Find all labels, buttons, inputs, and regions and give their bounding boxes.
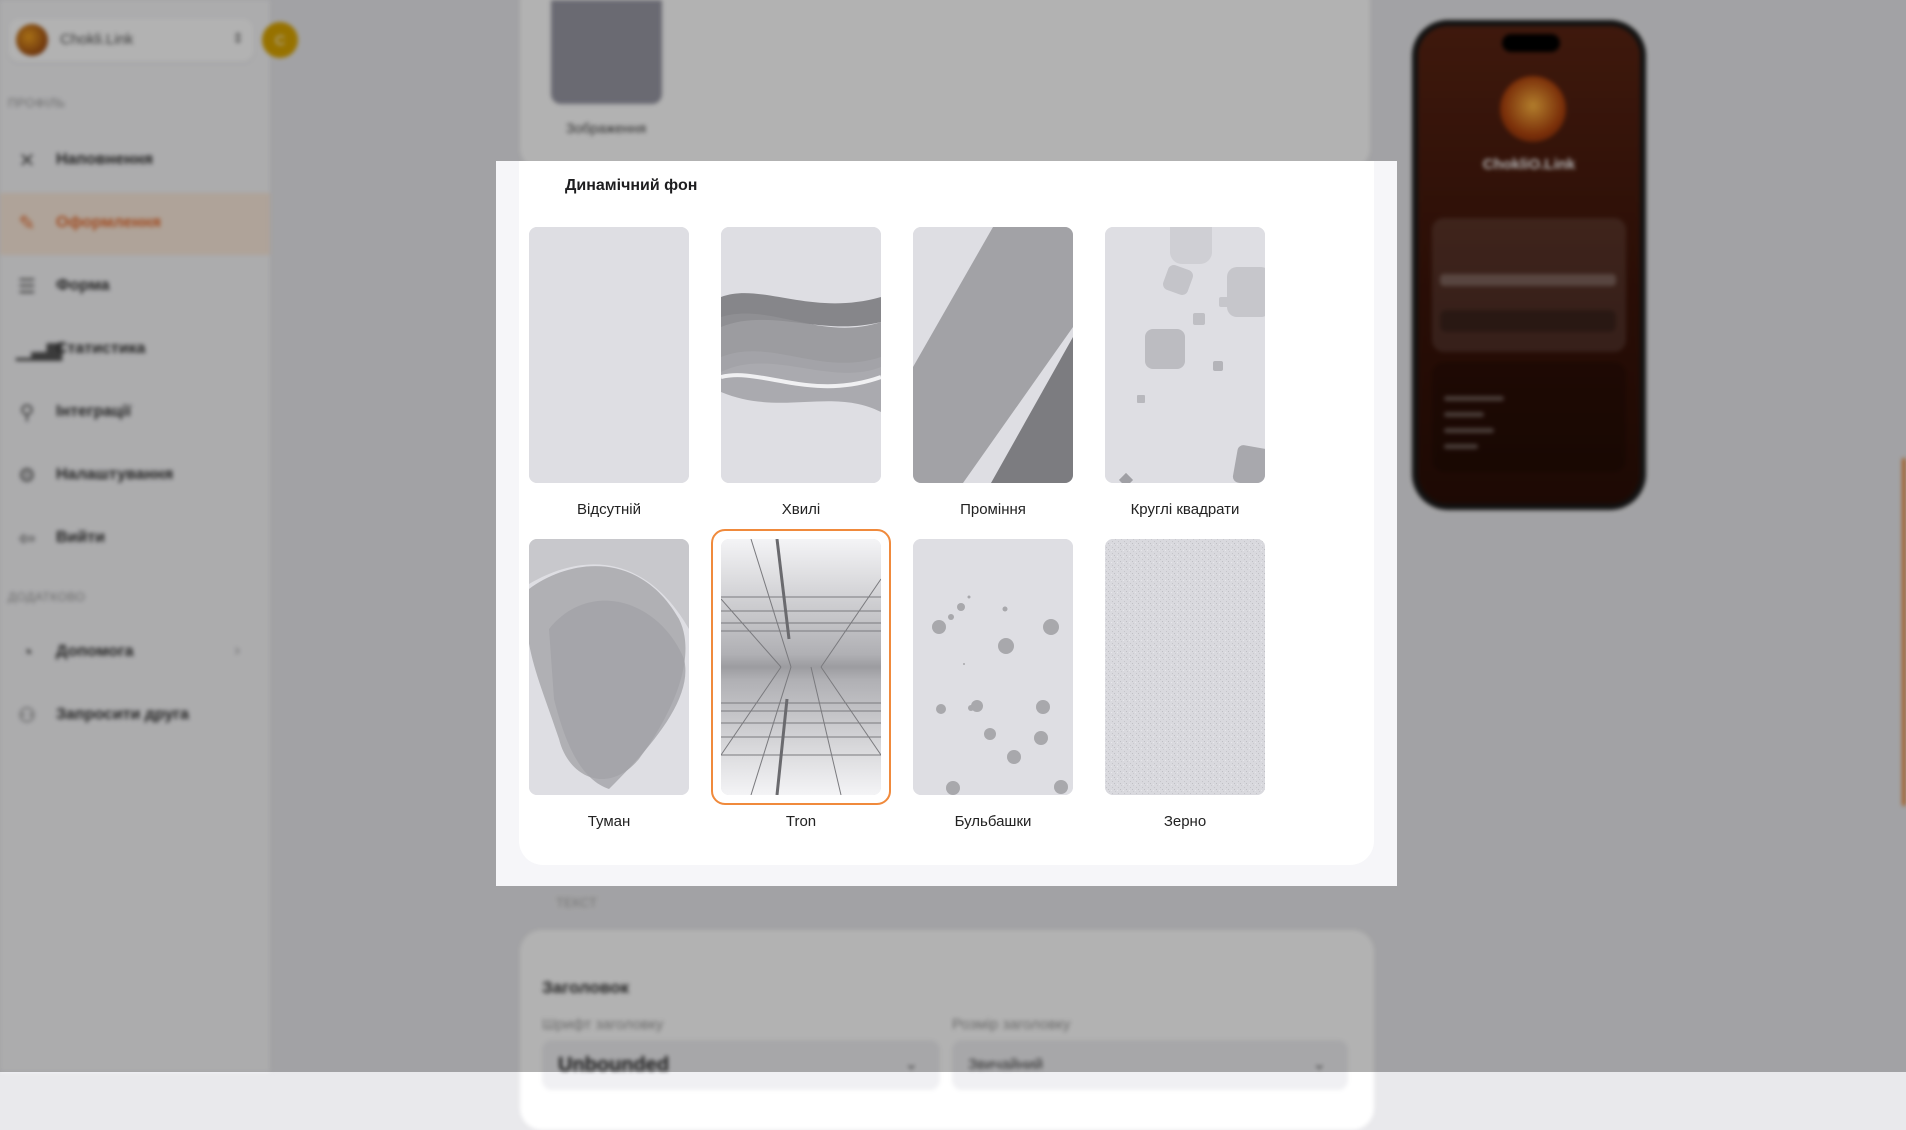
dialog-title: Динамічний фон [565,177,698,194]
bg-option-bubbles[interactable]: Бульбашки [903,529,1083,835]
option-label: Хвилі [781,501,821,518]
option-label: Tron [785,813,817,830]
option-label: Бульбашки [954,813,1032,830]
thumb-grain [1105,539,1265,795]
bg-option-waves[interactable]: Хвилі [711,217,891,523]
bg-option-tron[interactable]: Tron [711,529,891,835]
option-label: Проміння [960,501,1026,518]
bg-option-rays[interactable]: Проміння [903,217,1083,523]
option-label: Круглі квадрати [1130,501,1240,518]
thumb-fog [529,539,689,795]
bg-option-rounded-squares[interactable]: Круглі квадрати [1095,217,1275,523]
option-label: Зерно [1163,813,1207,830]
option-label: Туман [587,813,631,830]
dynamic-background-panel: Динамічний фон Відсутній Хвилі Проміння … [519,161,1374,865]
bg-option-none[interactable]: Відсутній [519,217,699,523]
option-label: Відсутній [577,501,641,518]
thumb-bubbles [913,539,1073,795]
bg-option-grain[interactable]: Зерно [1095,529,1275,835]
dynamic-background-dialog: Динамічний фон Відсутній Хвилі Проміння … [496,161,1397,886]
thumb-tron [721,539,881,795]
bg-option-fog[interactable]: Туман [519,529,699,835]
thumb-rounded-squares [1105,227,1265,483]
thumb-rays [913,227,1073,483]
thumb-none [529,227,689,483]
thumb-waves [721,227,881,483]
